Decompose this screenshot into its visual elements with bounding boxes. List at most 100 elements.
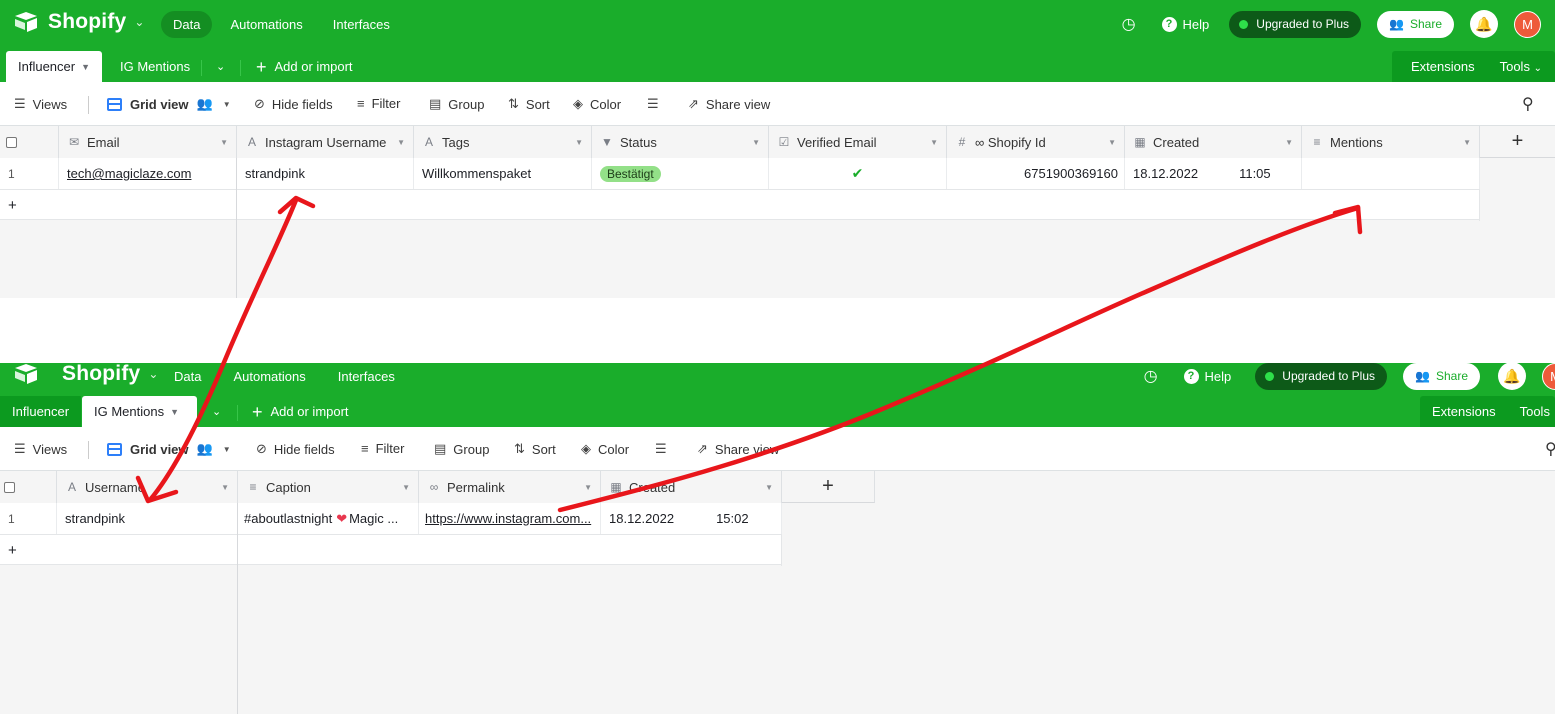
tab-influencer[interactable]: Influencer: [0, 396, 82, 427]
username-cell[interactable]: strandpink: [57, 503, 238, 534]
chevron-down-icon[interactable]: ▼: [575, 138, 583, 147]
verified-email-cell[interactable]: ✔: [769, 158, 947, 189]
history-icon[interactable]: ◷: [1144, 366, 1158, 386]
search-icon[interactable]: ⚲: [1545, 439, 1555, 459]
caption-cell[interactable]: #aboutlastnight ❤ Magic ...: [238, 503, 419, 534]
share-view-button[interactable]: ⇗ Share view: [697, 441, 779, 457]
column-header-created[interactable]: ▦ Created ▼: [601, 471, 782, 503]
notifications-icon[interactable]: 🔔: [1498, 363, 1526, 390]
base-logo[interactable]: Shopify ⌄: [14, 363, 158, 386]
tab-ig-mentions[interactable]: IG Mentions ▼: [82, 396, 197, 427]
chevron-down-icon[interactable]: ▼: [1285, 138, 1293, 147]
checkbox[interactable]: [6, 136, 17, 148]
group-button[interactable]: ▤ Group: [429, 96, 484, 112]
group-button[interactable]: ▤ Group: [434, 441, 489, 457]
chevron-down-icon[interactable]: ▼: [584, 483, 592, 492]
nav-interfaces[interactable]: Interfaces: [321, 11, 402, 38]
nav-interfaces[interactable]: Interfaces: [326, 363, 407, 390]
add-row-plus[interactable]: +: [0, 535, 238, 566]
username-cell[interactable]: strandpink: [237, 158, 414, 189]
extensions-button[interactable]: Extensions: [1411, 59, 1475, 74]
add-row-button[interactable]: +: [0, 535, 782, 566]
mentions-cell[interactable]: [1302, 158, 1480, 189]
column-header-caption[interactable]: ≡ Caption ▼: [238, 471, 419, 503]
plan-badge[interactable]: Upgraded to Plus: [1229, 10, 1362, 38]
views-button[interactable]: ☰ Views: [14, 96, 67, 112]
permalink-cell[interactable]: https://www.instagram.com...: [419, 503, 601, 534]
add-field-button[interactable]: +: [782, 471, 875, 503]
chevron-down-icon[interactable]: ▼: [397, 138, 405, 147]
column-header-username[interactable]: A Username ▼: [57, 471, 238, 503]
column-header-mentions[interactable]: ≡ Mentions ▼: [1302, 126, 1480, 158]
tools-button[interactable]: Tools ⌄: [1500, 59, 1542, 74]
add-row-space[interactable]: [237, 190, 1480, 221]
chevron-down-icon[interactable]: ▼: [221, 483, 229, 492]
table-row[interactable]: 1 strandpink #aboutlastnight ❤ Magic ... h…: [0, 503, 782, 535]
avatar[interactable]: M: [1514, 10, 1541, 38]
views-button[interactable]: ☰ Views: [14, 441, 67, 457]
created-cell[interactable]: 18.12.2022 15:02: [601, 503, 782, 534]
filter-button[interactable]: ≡ Filter: [357, 96, 400, 111]
color-button[interactable]: ◈ Color: [573, 96, 621, 112]
nav-automations[interactable]: Automations: [218, 11, 314, 38]
history-icon[interactable]: ◷: [1122, 14, 1136, 34]
color-button[interactable]: ◈ Color: [581, 441, 629, 457]
help-button[interactable]: ? Help: [1161, 16, 1209, 32]
tab-ig-mentions[interactable]: IG Mentions: [108, 51, 202, 82]
checkbox[interactable]: [4, 481, 15, 493]
avatar[interactable]: M: [1542, 363, 1555, 390]
shopify-id-cell[interactable]: 6751900369160: [947, 158, 1125, 189]
add-row-button[interactable]: +: [0, 190, 1480, 221]
created-cell[interactable]: 18.12.2022 11:05: [1125, 158, 1302, 189]
hide-fields-button[interactable]: ⊘ Hide fields: [254, 96, 333, 112]
add-or-import-button[interactable]: + Add or import: [252, 396, 349, 427]
select-all-checkbox[interactable]: [0, 471, 57, 503]
notifications-icon[interactable]: 🔔: [1470, 10, 1498, 38]
hide-fields-button[interactable]: ⊘ Hide fields: [256, 441, 335, 457]
nav-automations[interactable]: Automations: [221, 363, 317, 390]
more-tables-button[interactable]: ⌄: [204, 51, 237, 82]
filter-button[interactable]: ≡ Filter: [361, 441, 404, 456]
chevron-down-icon[interactable]: ▼: [930, 138, 938, 147]
tools-button[interactable]: Tools: [1520, 404, 1550, 419]
email-cell[interactable]: tech@magiclaze.com: [59, 158, 237, 189]
extensions-button[interactable]: Extensions: [1432, 404, 1496, 419]
help-button[interactable]: ? Help: [1183, 368, 1231, 384]
column-header-permalink[interactable]: ∞ Permalink ▼: [419, 471, 601, 503]
chevron-down-icon[interactable]: ▼: [765, 483, 773, 492]
base-logo[interactable]: Shopify ⌄: [14, 10, 144, 34]
chevron-down-icon[interactable]: ▼: [402, 483, 410, 492]
add-row-plus[interactable]: +: [0, 190, 237, 221]
row-height-button[interactable]: ☰: [655, 441, 674, 457]
column-header-tags[interactable]: A Tags ▼: [414, 126, 592, 158]
tab-influencer[interactable]: Influencer ▼: [6, 51, 102, 82]
add-or-import-button[interactable]: + Add or import: [256, 51, 353, 82]
row-height-button[interactable]: ☰: [647, 96, 666, 112]
column-header-instagram-username[interactable]: A Instagram Username ▼: [237, 126, 414, 158]
select-all-checkbox[interactable]: [0, 126, 59, 158]
chevron-down-icon[interactable]: ▼: [1463, 138, 1471, 147]
share-button[interactable]: 👥 Share: [1403, 363, 1480, 390]
column-header-created[interactable]: ▦ Created ▼: [1125, 126, 1302, 158]
column-header-shopify-id[interactable]: # ∞ Shopify Id ▼: [947, 126, 1125, 158]
plan-badge[interactable]: Upgraded to Plus: [1255, 363, 1388, 390]
grid-view-button[interactable]: Grid view 👥 ▼: [107, 96, 231, 112]
more-tables-button[interactable]: ⌄: [200, 396, 233, 427]
nav-data[interactable]: Data: [161, 11, 213, 38]
column-header-verified-email[interactable]: ☑ Verified Email ▼: [769, 126, 947, 158]
share-button[interactable]: 👥 Share: [1377, 10, 1454, 38]
nav-data[interactable]: Data: [162, 363, 213, 390]
add-field-button[interactable]: +: [1480, 126, 1555, 158]
grid-view-button[interactable]: Grid view 👥 ▼: [107, 441, 231, 457]
add-row-space[interactable]: [238, 535, 782, 566]
column-header-status[interactable]: ▼ Status ▼: [592, 126, 769, 158]
sort-button[interactable]: ⇅ Sort: [514, 441, 556, 457]
status-cell[interactable]: Bestätigt: [592, 158, 769, 189]
table-row[interactable]: 1 tech@magiclaze.com strandpink Willkomm…: [0, 158, 1480, 190]
chevron-down-icon[interactable]: ▼: [752, 138, 760, 147]
column-header-email[interactable]: ✉ Email ▼: [59, 126, 237, 158]
tags-cell[interactable]: Willkommenspaket: [414, 158, 592, 189]
share-view-button[interactable]: ⇗ Share view: [688, 96, 770, 112]
sort-button[interactable]: ⇅ Sort: [508, 96, 550, 112]
search-icon[interactable]: ⚲: [1522, 94, 1534, 114]
